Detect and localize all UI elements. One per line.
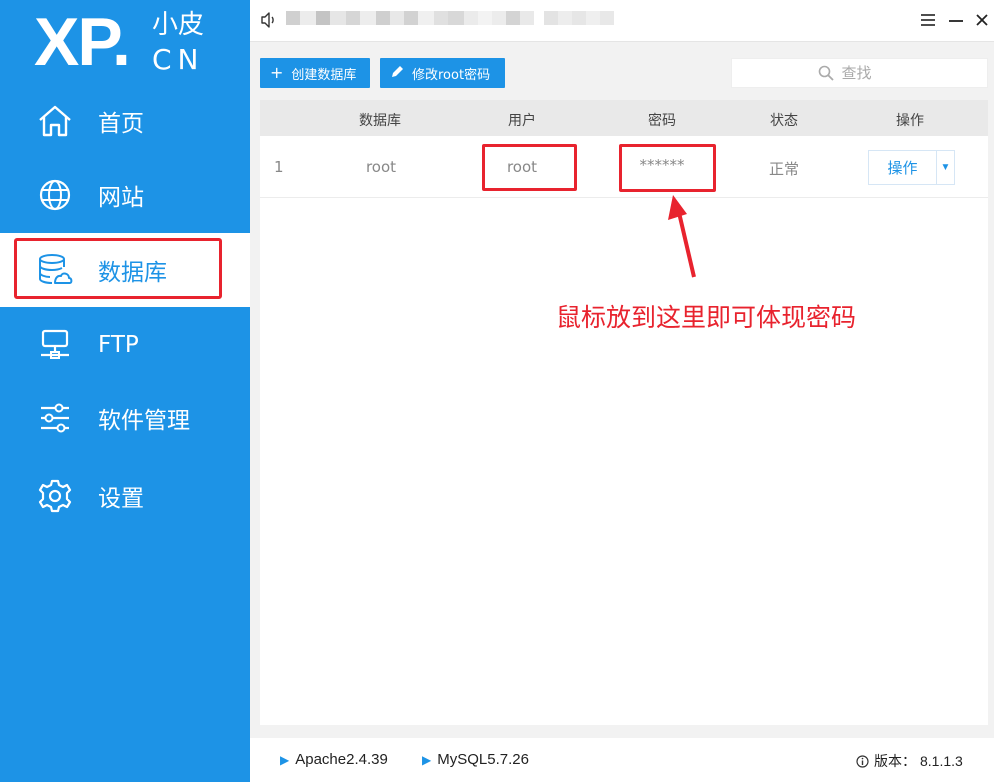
sidebar-item-label: 设置: [98, 486, 144, 512]
minimize-button[interactable]: [946, 10, 966, 30]
action-dropdown: 操作 ▼: [868, 150, 955, 185]
highlight-box-password: [619, 144, 716, 192]
database-table-panel: 数据库 用户 密码 状态 操作 1 root root ****** 正常 操作…: [260, 100, 988, 725]
logo: XP. 小皮 CN: [34, 6, 234, 78]
sidebar-item-software[interactable]: 软件管理: [0, 381, 250, 455]
change-root-password-label: 修改root密码: [412, 67, 491, 83]
action-button[interactable]: 操作: [869, 151, 937, 184]
table-header: 数据库 用户 密码 状态 操作: [260, 100, 988, 136]
play-icon: ▶: [280, 752, 290, 767]
sidebar-item-label: 软件管理: [98, 408, 190, 434]
logo-chinese: 小皮: [152, 10, 205, 40]
apache-label: Apache2.4.39: [295, 751, 388, 768]
pencil-icon: [390, 65, 404, 82]
row-index: 1: [274, 158, 284, 176]
caret-down-icon[interactable]: ▼: [937, 151, 954, 184]
search-input[interactable]: [841, 64, 902, 82]
mysql-status[interactable]: ▶ MySQL5.7.26: [422, 751, 529, 768]
highlight-box-database: [14, 238, 222, 299]
header-password: 密码: [648, 113, 676, 129]
cell-database: root: [365, 158, 397, 176]
sidebar-item-ftp[interactable]: FTP: [0, 308, 250, 382]
close-button[interactable]: [972, 10, 992, 30]
header-status: 状态: [770, 113, 798, 129]
speaker-icon: [260, 11, 278, 29]
annotation-text: 鼠标放到这里即可体现密码: [556, 303, 857, 332]
header-database: 数据库: [359, 113, 401, 129]
mysql-label: MySQL5.7.26: [437, 751, 529, 768]
header-user: 用户: [508, 113, 536, 129]
search-icon: [818, 65, 834, 81]
title-bar: [250, 0, 994, 42]
logo-cn: CN: [152, 43, 205, 76]
sidebar-item-website[interactable]: 网站: [0, 158, 250, 232]
search-box[interactable]: [731, 58, 988, 88]
sidebar: XP. 小皮 CN 首页 网站 数据库 FTP 软件管理 设置: [0, 0, 250, 782]
version-label: 版本：: [874, 753, 916, 769]
home-icon: [36, 102, 74, 140]
sidebar-item-settings[interactable]: 设置: [0, 459, 250, 533]
status-footer: ▶ Apache2.4.39 ▶ MySQL5.7.26 版本： 8.1.1.3: [250, 738, 994, 782]
gear-icon: [36, 477, 74, 515]
ftp-icon: [36, 326, 74, 364]
create-database-button[interactable]: + 创建数据库: [260, 58, 370, 88]
sliders-icon: [36, 399, 74, 437]
info-icon: [856, 754, 869, 768]
play-icon: ▶: [422, 752, 432, 767]
apache-status[interactable]: ▶ Apache2.4.39: [280, 751, 388, 768]
menu-button[interactable]: [918, 10, 938, 30]
sidebar-item-label: FTP: [98, 332, 139, 358]
version-info: 版本： 8.1.1.3: [856, 751, 963, 771]
cell-status: 正常: [768, 160, 799, 178]
change-root-password-button[interactable]: 修改root密码: [380, 58, 505, 88]
sidebar-item-home[interactable]: 首页: [0, 84, 250, 158]
notice-ticker: [286, 11, 614, 25]
create-database-label: 创建数据库: [291, 67, 357, 83]
globe-icon: [36, 176, 74, 214]
sidebar-item-label: 网站: [98, 185, 144, 211]
sidebar-item-label: 首页: [98, 111, 144, 137]
plus-icon: +: [270, 63, 284, 82]
annotation-arrow: [668, 195, 696, 278]
header-action: 操作: [896, 113, 924, 129]
version-value: 8.1.1.3: [920, 753, 963, 769]
highlight-box-user: [482, 144, 577, 191]
logo-xp: XP.: [34, 4, 131, 80]
